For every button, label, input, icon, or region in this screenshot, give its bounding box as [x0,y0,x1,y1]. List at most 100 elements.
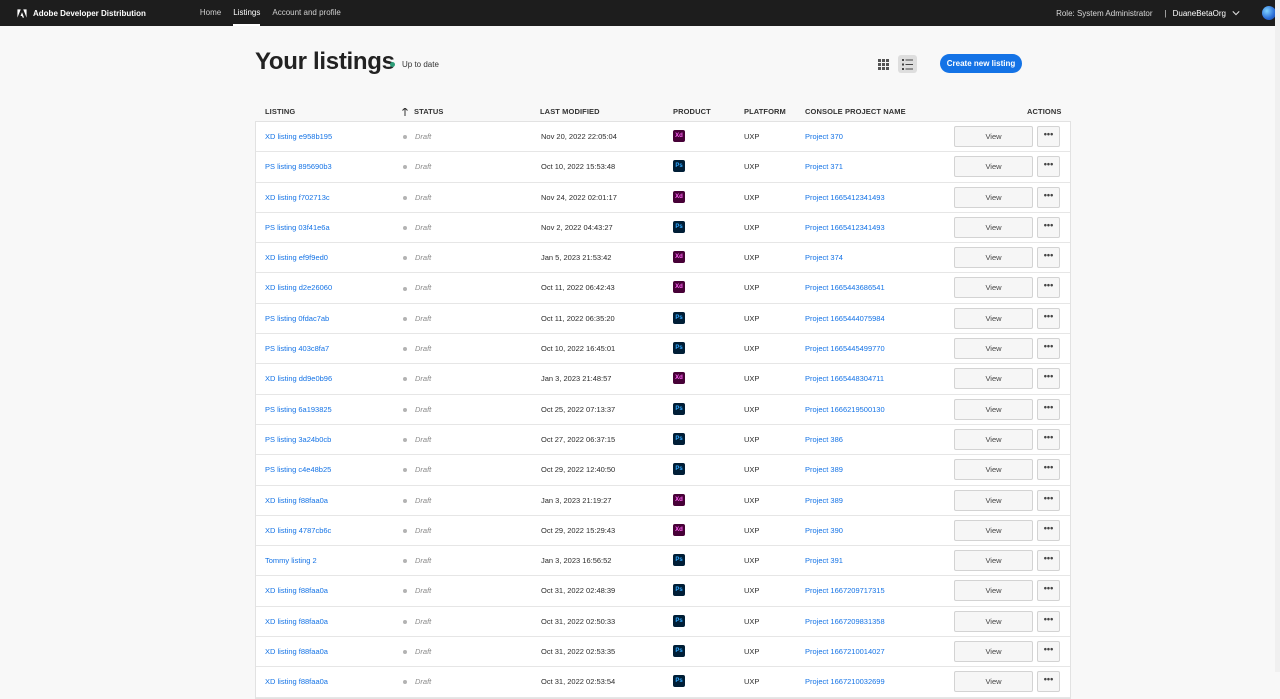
col-header-listing[interactable]: LISTING [265,107,295,116]
console-project-link[interactable]: Project 371 [805,152,843,181]
product-cell: Ps [673,311,685,324]
listing-name-link[interactable]: XD listing f88faa0a [265,637,328,666]
col-header-last-modified[interactable]: LAST MODIFIED [540,107,600,116]
view-button[interactable]: View [954,126,1033,147]
view-button[interactable]: View [954,519,1033,541]
more-actions-button[interactable]: ••• [1037,126,1060,147]
more-actions-button[interactable]: ••• [1037,368,1060,390]
nav-account-profile[interactable]: Account and profile [266,0,347,26]
listing-name-link[interactable]: XD listing f88faa0a [265,576,328,605]
more-actions-button[interactable]: ••• [1037,277,1060,299]
listing-name-link[interactable]: PS listing 03f41e6a [265,213,330,242]
brand[interactable]: Adobe Developer Distribution [17,8,146,19]
view-button[interactable]: View [954,368,1033,390]
status-label: Draft [415,495,432,505]
console-project-link[interactable]: Project 1665444075984 [805,304,885,333]
listing-name-link[interactable]: XD listing 4787cb6c [265,516,331,545]
status-dot-icon [403,165,407,170]
console-project-link[interactable]: Project 391 [805,546,843,575]
listing-name-link[interactable]: XD listing f88faa0a [265,486,328,515]
listing-name-link[interactable]: XD listing f702713c [265,183,330,212]
console-project-link[interactable]: Project 1665412341493 [805,183,885,212]
listing-name-link[interactable]: Tommy listing 2 [265,546,317,575]
console-project-link[interactable]: Project 1665412341493 [805,213,885,242]
view-button[interactable]: View [954,398,1033,420]
view-button[interactable]: View [954,641,1033,663]
listing-name-link[interactable]: PS listing 0fdac7ab [265,304,329,333]
more-actions-button[interactable]: ••• [1037,641,1060,663]
more-actions-button[interactable]: ••• [1037,156,1060,178]
console-project-link[interactable]: Project 389 [805,455,843,484]
console-project-link[interactable]: Project 389 [805,486,843,515]
view-button[interactable]: View [954,550,1033,572]
listing-name-link[interactable]: XD listing dd9e0b96 [265,364,332,393]
console-project-link[interactable]: Project 1665445499770 [805,334,885,363]
view-button[interactable]: View [954,186,1033,208]
more-actions-button[interactable]: ••• [1037,186,1060,208]
more-actions-button[interactable]: ••• [1037,489,1060,511]
more-actions-button[interactable]: ••• [1037,398,1060,420]
org-switcher[interactable]: DuaneBetaOrg [1173,9,1226,18]
more-actions-button[interactable]: ••• [1037,216,1060,238]
listing-name-link[interactable]: XD listing d2e26060 [265,273,332,302]
listing-name-link[interactable]: XD listing ef9f9ed0 [265,243,328,272]
list-view-toggle[interactable] [898,55,917,73]
console-project-link[interactable]: Project 1667209717315 [805,576,885,605]
more-actions-button[interactable]: ••• [1037,247,1060,269]
col-header-platform[interactable]: PLATFORM [744,107,786,116]
more-actions-button[interactable]: ••• [1037,428,1060,450]
listing-name-link[interactable]: XD listing f88faa0a [265,607,328,636]
view-button[interactable]: View [954,459,1033,481]
view-button[interactable]: View [954,307,1033,329]
console-project-link[interactable]: Project 1667209831358 [805,607,885,636]
more-actions-button[interactable]: ••• [1037,459,1060,481]
status-dot-icon [403,680,407,685]
view-button[interactable]: View [954,610,1033,632]
listing-name-link[interactable]: XD listing e958b195 [265,122,332,151]
console-project-link[interactable]: Project 390 [805,516,843,545]
more-actions-button[interactable]: ••• [1037,338,1060,360]
more-actions-button[interactable]: ••• [1037,610,1060,632]
view-button[interactable]: View [954,277,1033,299]
col-header-status[interactable]: STATUS [402,107,444,116]
console-project-link[interactable]: Project 374 [805,243,843,272]
view-button[interactable]: View [954,216,1033,238]
page-scrollbar[interactable] [1275,0,1280,672]
view-button[interactable]: View [954,489,1033,511]
nav-listings[interactable]: Listings [227,0,266,26]
listing-name-link[interactable]: PS listing c4e48b25 [265,455,331,484]
view-button[interactable]: View [954,580,1033,602]
listing-name-link[interactable]: PS listing 3a24b0cb [265,425,331,454]
last-modified: Jan 3, 2023 21:19:27 [541,495,612,505]
console-project-link[interactable]: Project 1666219500130 [805,395,885,424]
avatar[interactable] [1262,6,1276,20]
table-row: XD listing f88faa0a Draft Oct 31, 2022 02:… [256,607,1070,638]
listing-name-link[interactable]: PS listing 6a193825 [265,395,332,424]
nav-home[interactable]: Home [194,0,227,26]
photoshop-icon: Ps [673,645,685,658]
console-project-link[interactable]: Project 370 [805,122,843,151]
create-new-listing-button[interactable]: Create new listing [940,54,1022,73]
status-label: Draft [415,556,432,566]
view-button[interactable]: View [954,247,1033,269]
listing-name-link[interactable]: PS listing 895690b3 [265,152,332,181]
more-actions-button[interactable]: ••• [1037,671,1060,693]
view-button[interactable]: View [954,156,1033,178]
more-actions-button[interactable]: ••• [1037,550,1060,572]
console-project-link[interactable]: Project 1665443686541 [805,273,885,302]
more-actions-button[interactable]: ••• [1037,580,1060,602]
console-project-link[interactable]: Project 1665448304711 [805,364,884,393]
listing-name-link[interactable]: PS listing 403c8fa7 [265,334,329,363]
more-actions-button[interactable]: ••• [1037,307,1060,329]
console-project-link[interactable]: Project 386 [805,425,843,454]
more-actions-button[interactable]: ••• [1037,519,1060,541]
col-header-product[interactable]: PRODUCT [673,107,711,116]
view-button[interactable]: View [954,671,1033,693]
grid-view-toggle[interactable] [875,56,891,72]
status-dot-icon [403,650,407,655]
console-project-link[interactable]: Project 1667210014027 [805,637,885,666]
col-header-project[interactable]: CONSOLE PROJECT NAME [805,107,906,116]
chevron-down-icon[interactable] [1232,9,1240,17]
view-button[interactable]: View [954,338,1033,360]
view-button[interactable]: View [954,428,1033,450]
